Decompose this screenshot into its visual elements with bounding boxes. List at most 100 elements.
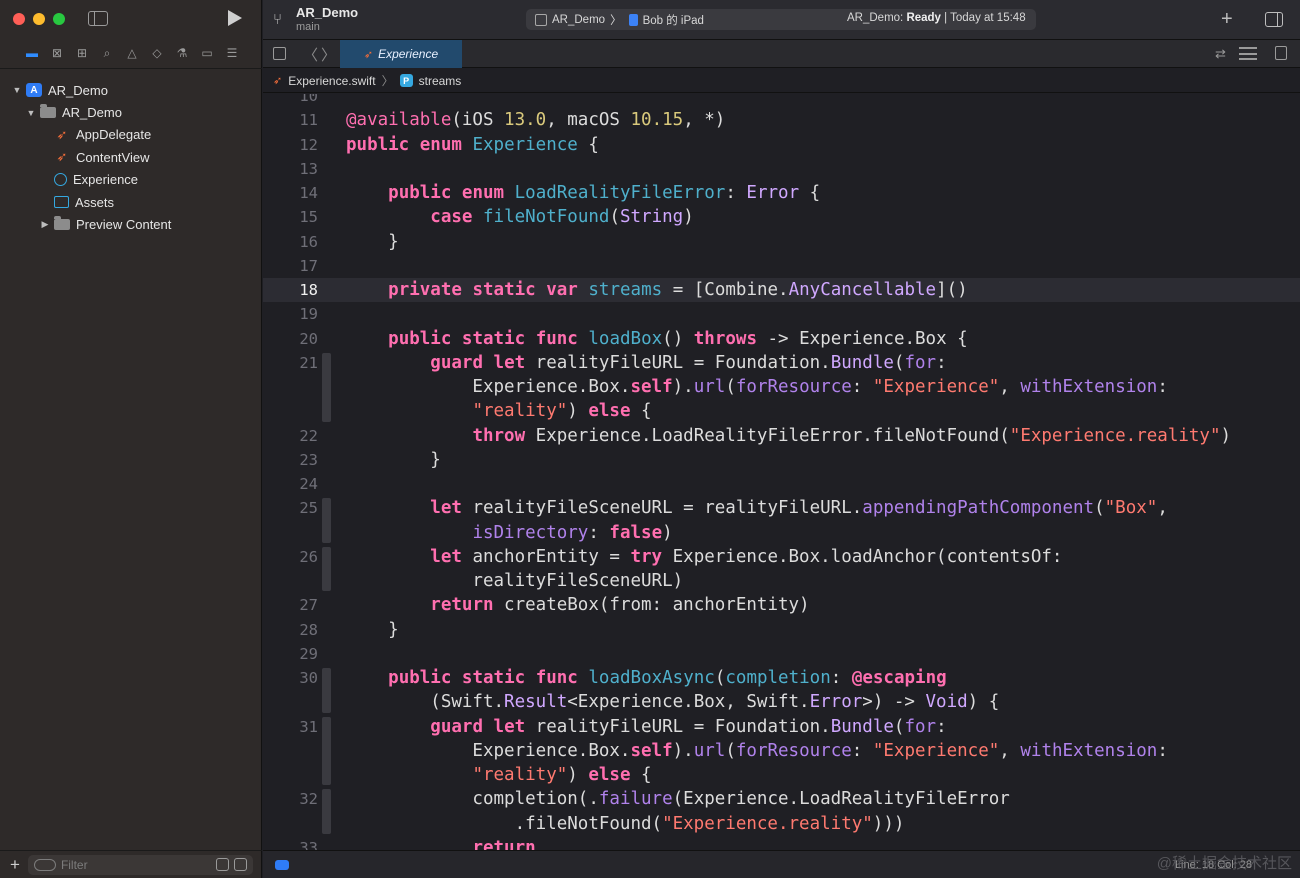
tree-item[interactable]: ▶ Preview Content <box>0 213 262 235</box>
code-token: guard <box>430 716 483 737</box>
filter-placeholder: Filter <box>60 857 88 872</box>
line-number[interactable]: 14 <box>263 181 318 205</box>
code-token: "reality" <box>472 401 568 422</box>
code-line: 23 } <box>263 448 1300 472</box>
folder-icon <box>54 216 70 231</box>
code-line: 28 } <box>263 618 1300 642</box>
tree-item[interactable]: Experience <box>0 169 262 191</box>
code-token: url <box>693 740 726 761</box>
inspector-toggle-icon[interactable] <box>1265 12 1283 27</box>
tree-item[interactable]: Assets <box>0 191 262 213</box>
breakpoint-icon[interactable]: ▭ <box>199 45 215 61</box>
zoom-window-button[interactable] <box>53 13 65 25</box>
code-token: public <box>388 183 452 203</box>
sidebar-toggle-icon[interactable] <box>88 11 108 26</box>
forward-icon[interactable]: 〉 <box>321 44 336 65</box>
back-icon[interactable]: 〈 <box>303 44 318 65</box>
code-text: let realityFileSceneURL = realityFileURL… <box>346 496 1168 520</box>
close-window-button[interactable] <box>13 13 25 25</box>
split-editor-icon[interactable] <box>1275 46 1287 60</box>
disclosure-chevron-icon[interactable]: ▼ <box>26 108 36 118</box>
test-icon[interactable]: ◇ <box>149 45 165 61</box>
symbol-icon[interactable]: ⊞ <box>74 45 90 61</box>
code-token: self <box>630 377 673 397</box>
debug-icon[interactable]: ⚗ <box>174 45 190 61</box>
line-number[interactable]: 17 <box>263 254 318 278</box>
line-number[interactable]: 21 <box>263 351 318 375</box>
jumpbar-symbol[interactable]: streams <box>419 74 462 88</box>
line-number[interactable]: 26 <box>263 545 318 569</box>
source-control-icon[interactable]: ⊠ <box>49 45 65 61</box>
project-navigator-folder-icon[interactable]: ▬ <box>24 45 40 61</box>
code-line: 31 guard let realityFileURL = Foundation… <box>263 715 1300 739</box>
minimize-window-button[interactable] <box>33 13 45 25</box>
tab-experience[interactable]: ➶ Experience <box>340 40 462 68</box>
recent-files-icon[interactable] <box>215 858 229 871</box>
line-number[interactable]: 32 <box>263 787 318 811</box>
disclosure-chevron-icon[interactable]: ▶ <box>40 219 50 230</box>
code-token: ) <box>662 522 673 543</box>
code-text: .fileNotFound("Experience.reality"))) <box>346 812 905 836</box>
filter-input[interactable]: Filter <box>27 854 253 875</box>
find-icon[interactable]: ⌕ <box>99 45 115 61</box>
line-number[interactable]: 25 <box>263 496 318 520</box>
code-token: isDirectory <box>472 522 589 543</box>
line-number[interactable]: 19 <box>263 302 318 326</box>
tree-item[interactable]: ▼ A AR_Demo <box>0 79 262 101</box>
add-library-button[interactable]: + <box>1221 8 1233 31</box>
tree-item[interactable]: ▼ AR_Demo <box>0 101 262 123</box>
line-number[interactable]: 28 <box>263 618 318 642</box>
line-number[interactable]: 27 <box>263 593 318 617</box>
code-token: static <box>461 328 526 349</box>
line-number[interactable]: 16 <box>263 230 318 254</box>
editor-options-icon[interactable] <box>1239 47 1257 60</box>
scheme-name[interactable]: AR_Demo <box>552 14 605 26</box>
code-token: case <box>430 207 473 228</box>
refresh-icon[interactable]: ⇄ <box>1215 46 1226 62</box>
code-token: ( <box>893 716 905 737</box>
tree-item[interactable]: ➶ AppDelegate <box>0 124 262 146</box>
line-number[interactable]: 20 <box>263 327 318 351</box>
jumpbar-file[interactable]: Experience.swift <box>288 74 375 88</box>
line-number[interactable]: 23 <box>263 448 318 472</box>
report-icon[interactable]: ☰ <box>224 45 240 61</box>
line-number[interactable]: 15 <box>263 205 318 229</box>
debug-area-toggle-icon[interactable] <box>275 860 289 870</box>
filter-options-icon[interactable] <box>33 858 56 871</box>
related-items-icon[interactable] <box>273 47 286 60</box>
line-number[interactable]: 11 <box>263 108 318 132</box>
disclosure-chevron-icon[interactable]: ▼ <box>12 85 22 95</box>
line-number[interactable]: 33 <box>263 836 318 850</box>
code-line: 33 return <box>263 836 1300 850</box>
line-number[interactable]: 22 <box>263 424 318 448</box>
assets-icon <box>54 196 69 209</box>
line-number[interactable]: 13 <box>263 157 318 181</box>
line-number[interactable]: 24 <box>263 472 318 496</box>
line-number[interactable]: 10 <box>263 94 318 108</box>
issue-icon[interactable]: △ <box>124 45 140 61</box>
chevron-right-icon: 〉 <box>610 15 622 27</box>
scheme-selector[interactable]: AR_Demo 〉 Bob 的 iPad <box>535 12 704 28</box>
project-name[interactable]: AR_Demo <box>296 5 358 20</box>
source-editor[interactable]: 10 11 @available(iOS 13.0, macOS 10.15, *)… <box>263 94 1300 850</box>
code-token: ( <box>1094 498 1105 519</box>
line-number[interactable]: 12 <box>263 133 318 157</box>
code-token: ) <box>567 401 589 422</box>
tree-item[interactable]: ➶ ContentView <box>0 146 262 168</box>
source-control-filter-icon[interactable] <box>233 858 247 871</box>
code-token: (iOS <box>451 110 505 131</box>
line-number[interactable]: 18 <box>263 278 318 302</box>
run-button[interactable] <box>228 10 242 26</box>
tab-label: Experience <box>378 47 439 61</box>
run-destination[interactable]: Bob 的 iPad <box>643 12 704 28</box>
line-number[interactable]: 30 <box>263 666 318 690</box>
code-token: "Experience" <box>872 740 1000 761</box>
line-number[interactable]: 29 <box>263 642 318 666</box>
add-file-button[interactable]: + <box>10 855 20 875</box>
line-number[interactable]: 31 <box>263 715 318 739</box>
